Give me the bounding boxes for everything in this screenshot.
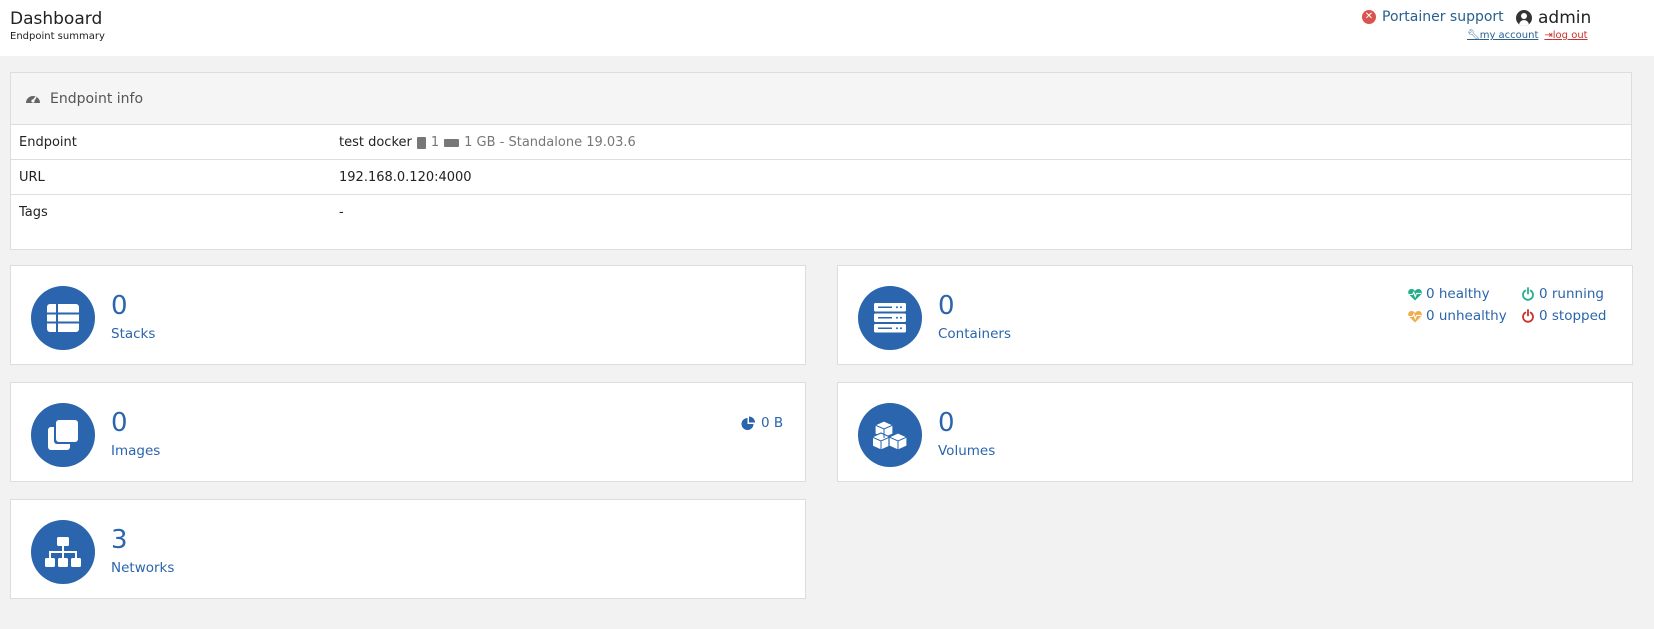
x-circle-icon: ✕	[1362, 10, 1376, 24]
unhealthy-status: 0 unhealthy	[1408, 308, 1521, 324]
containers-icon-circle	[858, 286, 922, 350]
info-row-url: URL 192.168.0.120:4000	[11, 160, 1631, 195]
username: admin	[1538, 8, 1592, 28]
info-label: Endpoint	[19, 135, 77, 150]
images-size-value: 0 B	[761, 415, 784, 431]
page-title: Dashboard	[10, 9, 103, 29]
images-icon-circle	[31, 403, 95, 467]
header-user-area: ✕ Portainer support admin 🔧︎my account ⇥…	[1314, 0, 1654, 56]
support-label: Portainer support	[1382, 9, 1504, 25]
server-icon	[874, 303, 906, 333]
endpoint-info-panel: Endpoint info Endpoint test docker 1 1 G…	[10, 72, 1632, 250]
stacks-count: 0	[111, 291, 128, 321]
heartbeat-icon	[1408, 288, 1422, 300]
stacks-icon-circle	[31, 286, 95, 350]
info-row-tags: Tags -	[11, 195, 1631, 230]
networks-count: 3	[111, 525, 128, 555]
clone-icon	[48, 420, 78, 450]
logout-link[interactable]: ⇥log out	[1544, 30, 1587, 41]
cpu-icon	[416, 136, 426, 149]
running-status: 0 running	[1521, 286, 1606, 302]
volumes-icon-circle	[858, 403, 922, 467]
containers-status: 0 healthy 0 running 0 unhealthy 0 stoppe…	[1408, 286, 1606, 324]
wrench-icon: 🔧︎	[1467, 30, 1480, 41]
user-circle-icon	[1516, 10, 1532, 26]
images-widget[interactable]: 0 Images 0 B	[10, 382, 806, 482]
networks-label: Networks	[111, 560, 175, 576]
list-icon	[47, 304, 79, 332]
sign-out-icon: ⇥	[1544, 30, 1553, 41]
endpoint-details: 1 GB - Standalone 19.03.6	[464, 135, 636, 150]
sitemap-icon	[45, 537, 81, 567]
images-label: Images	[111, 443, 161, 459]
page-subtitle: Endpoint summary	[10, 31, 105, 42]
info-value: 192.168.0.120:4000	[339, 170, 472, 185]
portainer-support-link[interactable]: ✕ Portainer support	[1362, 9, 1504, 25]
page-header: Dashboard Endpoint summary ✕ Portainer s…	[0, 0, 1654, 56]
volumes-label: Volumes	[938, 443, 996, 459]
my-account-link[interactable]: 🔧︎my account	[1467, 30, 1538, 41]
power-icon	[1522, 309, 1534, 323]
cpu-count: 1	[430, 135, 440, 150]
memory-icon	[444, 138, 460, 147]
panel-title: Endpoint info	[50, 90, 144, 107]
info-value: test docker 1 1 GB - Standalone 19.03.6	[339, 135, 636, 150]
info-value: -	[339, 205, 344, 220]
endpoint-info-header: Endpoint info	[11, 73, 1631, 125]
images-size: 0 B	[741, 415, 783, 431]
info-label: Tags	[19, 205, 48, 220]
stopped-status: 0 stopped	[1521, 308, 1606, 324]
volumes-count: 0	[938, 408, 955, 438]
stacks-widget[interactable]: 0 Stacks	[10, 265, 806, 365]
account-links: 🔧︎my account ⇥log out	[1467, 30, 1588, 41]
networks-widget[interactable]: 3 Networks	[10, 499, 806, 599]
volumes-widget[interactable]: 0 Volumes	[837, 382, 1633, 482]
containers-widget[interactable]: 0 Containers 0 healthy 0 running 0 unhea…	[837, 265, 1633, 365]
user-display: admin	[1516, 8, 1591, 28]
images-count: 0	[111, 408, 128, 438]
heartbeat-icon	[1408, 310, 1422, 322]
info-row-endpoint: Endpoint test docker 1 1 GB - Standalone…	[11, 125, 1631, 160]
power-icon	[1522, 287, 1534, 301]
endpoint-name: test docker	[339, 135, 412, 150]
stacks-label: Stacks	[111, 326, 156, 342]
containers-label: Containers	[938, 326, 1012, 342]
cubes-icon	[873, 420, 907, 450]
info-label: URL	[19, 170, 45, 185]
healthy-status: 0 healthy	[1408, 286, 1521, 302]
containers-count: 0	[938, 291, 955, 321]
endpoint-meta: 1 1 GB - Standalone 19.03.6	[416, 135, 636, 150]
tachometer-icon	[26, 95, 40, 103]
pie-chart-icon	[741, 416, 755, 430]
networks-icon-circle	[31, 520, 95, 584]
